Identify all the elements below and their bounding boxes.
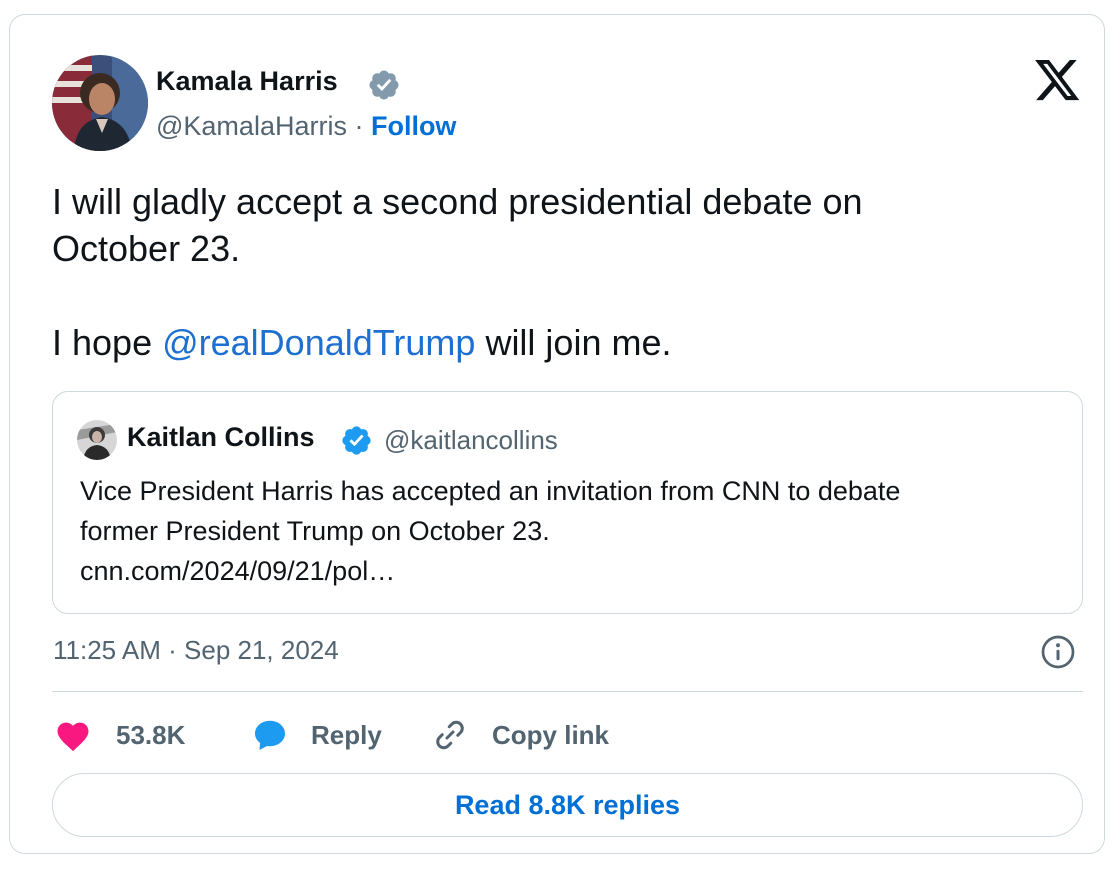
blue-verified-icon [342,426,371,455]
read-replies-button[interactable]: Read 8.8K replies [52,773,1083,837]
copy-link-label: Copy link [492,719,610,750]
reply-button[interactable]: Reply [251,715,382,755]
quoted-text-line: former President Trump on October 23. [80,516,550,546]
handle-separator: · [346,111,371,141]
divider [52,691,1083,692]
link-icon [436,720,464,750]
text-before-mention: I hope [52,322,163,363]
text-after-mention: will join me. [475,322,672,363]
tweet-timestamp[interactable]: 11:25 AM · Sep 21, 2024 [53,635,339,666]
x-logo-icon[interactable] [1035,60,1081,102]
reply-label: Reply [311,719,382,750]
quoted-text-line: Vice President Harris has accepted an in… [80,476,901,506]
like-button[interactable]: 53.8K [54,715,185,755]
heart-icon [57,722,89,752]
tweet-text: I will gladly accept a second presidenti… [52,178,1082,366]
quoted-tweet[interactable]: Kaitlan Collins @kaitlancollins Vice Pre… [52,391,1083,614]
quoted-author-avatar [77,420,117,460]
follow-link[interactable]: Follow [371,111,456,141]
author-avatar[interactable] [52,55,148,151]
tweet-text-line: I will gladly accept a second presidenti… [52,181,863,222]
quoted-tweet-text: Vice President Harris has accepted an in… [80,471,1070,591]
embedded-tweet-card: Kamala Harris @KamalaHarris · Follow I w… [9,14,1105,854]
quoted-author-name: Kaitlan Collins [127,422,315,452]
gray-verified-icon [369,70,399,100]
author-handle[interactable]: @KamalaHarris [156,111,347,141]
speech-bubble-icon [255,720,285,750]
author-name[interactable]: Kamala Harris [156,66,338,97]
quoted-link: cnn.com/2024/09/21/pol… [80,556,396,586]
like-count: 53.8K [116,719,186,750]
tweet-text-line: October 23. [52,228,241,269]
copy-link-button[interactable]: Copy link [432,715,609,755]
info-icon[interactable] [1040,634,1076,670]
mention-link[interactable]: @realDonaldTrump [162,322,475,363]
author-handle-line: @KamalaHarris · Follow [156,111,456,142]
tweet-text-line: I hope @realDonaldTrump will join me. [52,319,1082,366]
quoted-author-handle: @kaitlancollins [384,425,558,455]
